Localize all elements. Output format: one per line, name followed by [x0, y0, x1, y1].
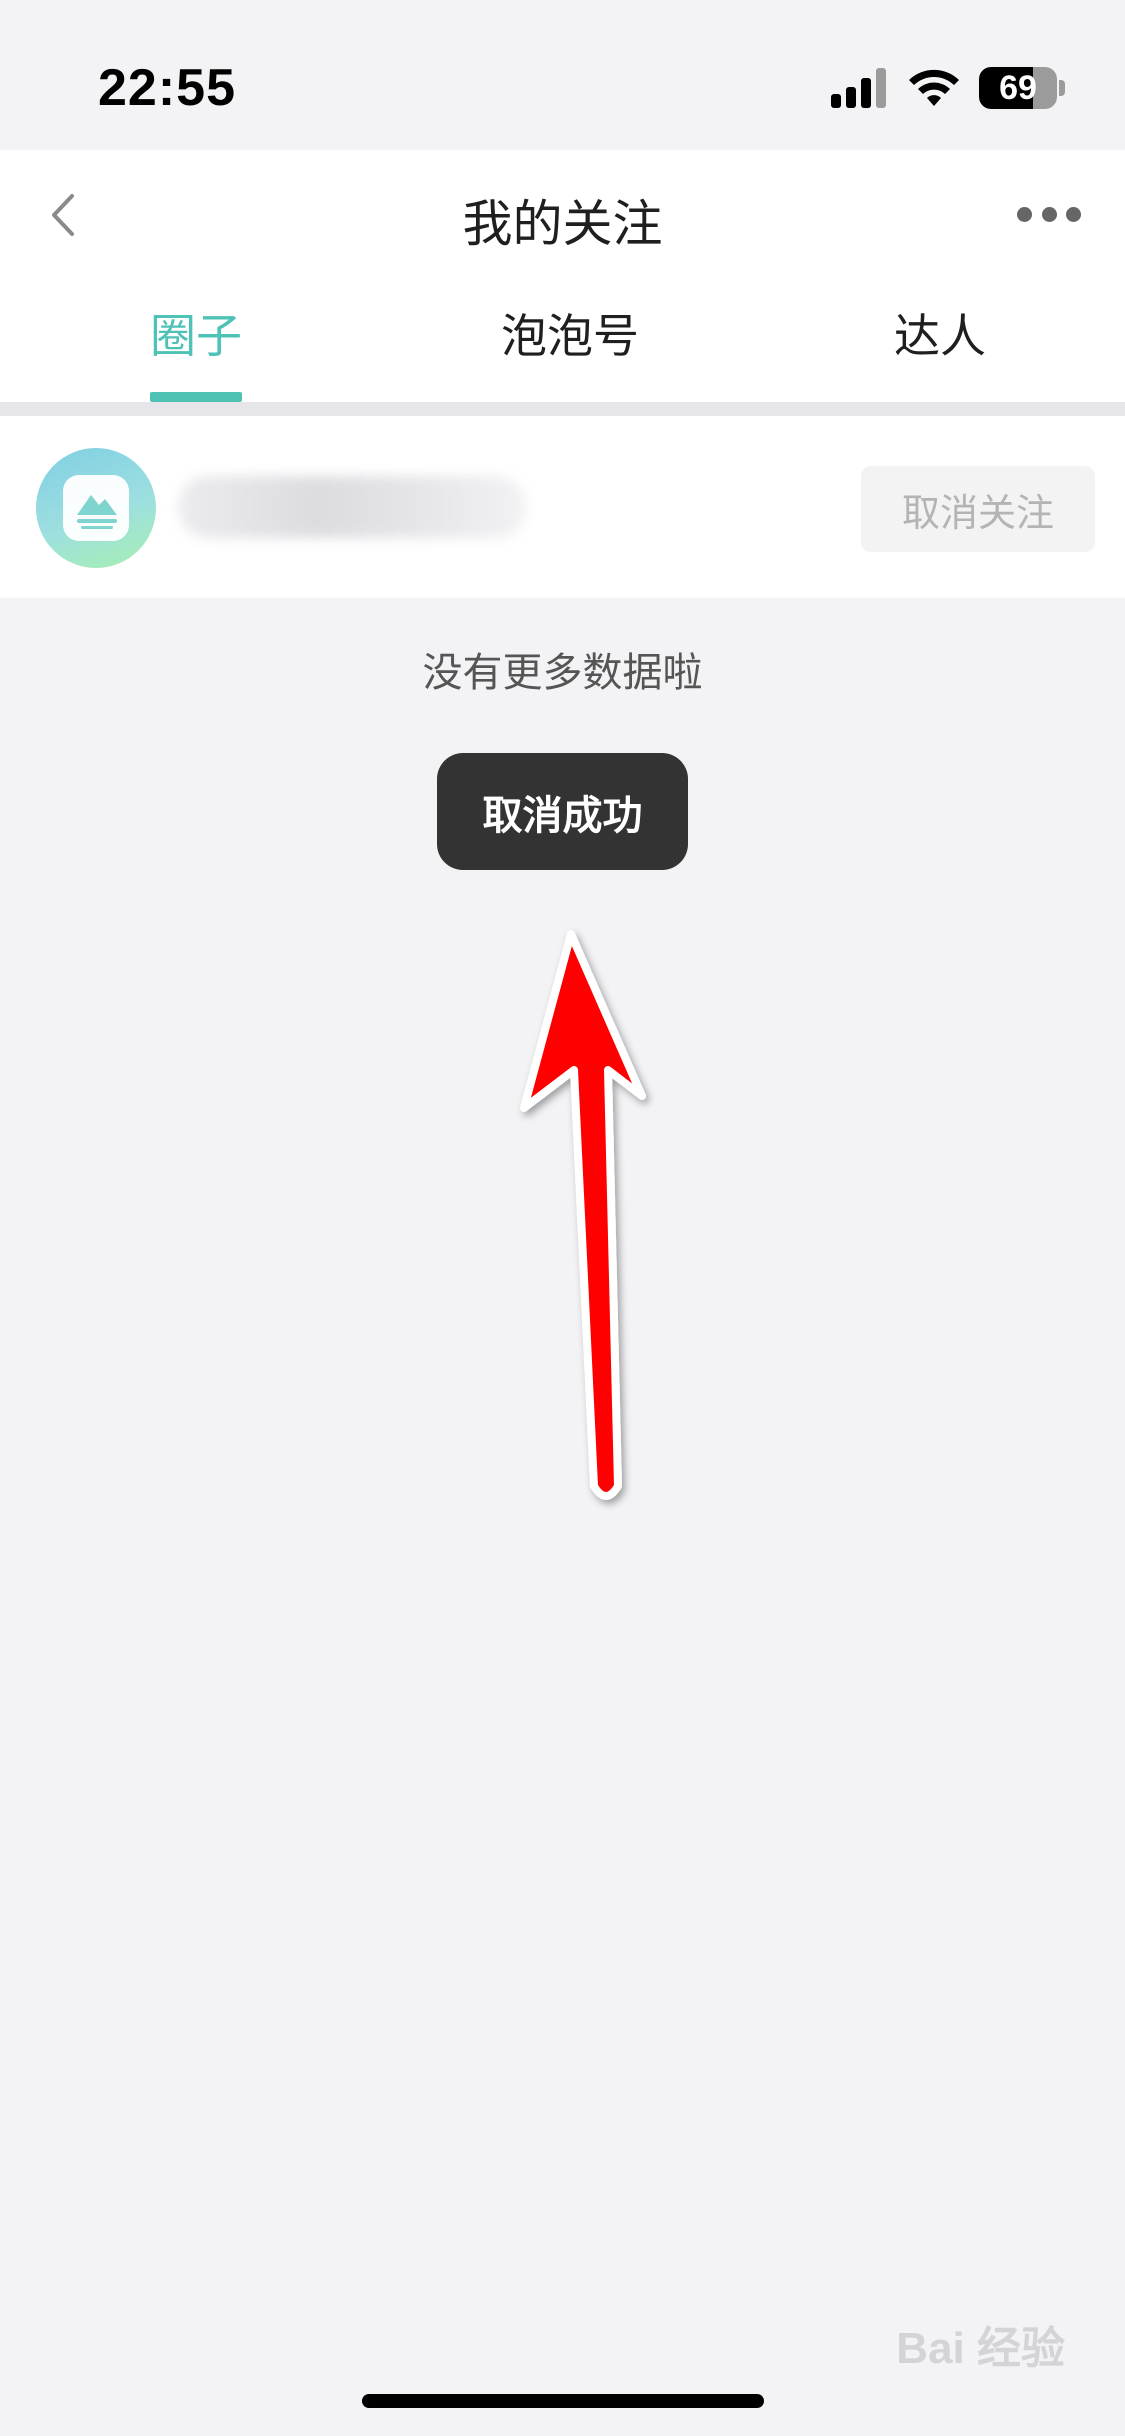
tab-bar: 圈子 泡泡号 达人	[0, 300, 1125, 402]
tab-label: 达人	[894, 309, 986, 363]
tab-experts[interactable]: 达人	[890, 300, 990, 402]
page-title: 我的关注	[462, 195, 663, 253]
unfollow-button[interactable]: 取消关注	[861, 466, 1095, 552]
tab-label: 圈子	[150, 309, 242, 363]
battery-indicator: 69	[979, 67, 1057, 109]
wifi-icon	[909, 69, 959, 106]
list-item[interactable]: 取消关注	[0, 416, 1125, 598]
end-of-list-text: 没有更多数据啦	[422, 650, 703, 696]
more-button[interactable]	[1017, 202, 1081, 226]
landscape-icon	[77, 495, 117, 529]
cellular-signal-icon	[831, 68, 886, 108]
header: 我的关注 圈子 泡泡号 达人	[0, 150, 1125, 402]
more-horizontal-icon-dot	[1066, 206, 1081, 222]
avatar[interactable]	[36, 448, 156, 568]
avatar-frame	[63, 475, 129, 541]
home-indicator[interactable]	[362, 2394, 764, 2408]
tab-bubble-accounts[interactable]: 泡泡号	[480, 300, 660, 402]
blurred-circle-name	[178, 476, 526, 538]
toast-text: 取消成功	[482, 792, 643, 839]
status-icons: 69	[831, 64, 1065, 112]
battery-cap	[1059, 80, 1065, 96]
tab-circles[interactable]: 圈子	[150, 300, 242, 402]
more-horizontal-icon-dot	[1017, 206, 1032, 222]
toast: 取消成功	[437, 753, 688, 870]
tab-active-underline	[150, 392, 242, 402]
status-bar: 22:55 69	[0, 0, 1125, 150]
battery-percent: 69	[999, 68, 1037, 107]
status-time: 22:55	[98, 59, 236, 117]
watermark: Bai 经验	[896, 2324, 1065, 2373]
more-horizontal-icon-dot	[1041, 206, 1057, 222]
tab-label: 泡泡号	[501, 309, 639, 363]
annotation-arrow-icon	[520, 930, 646, 1500]
section-divider	[0, 402, 1125, 416]
